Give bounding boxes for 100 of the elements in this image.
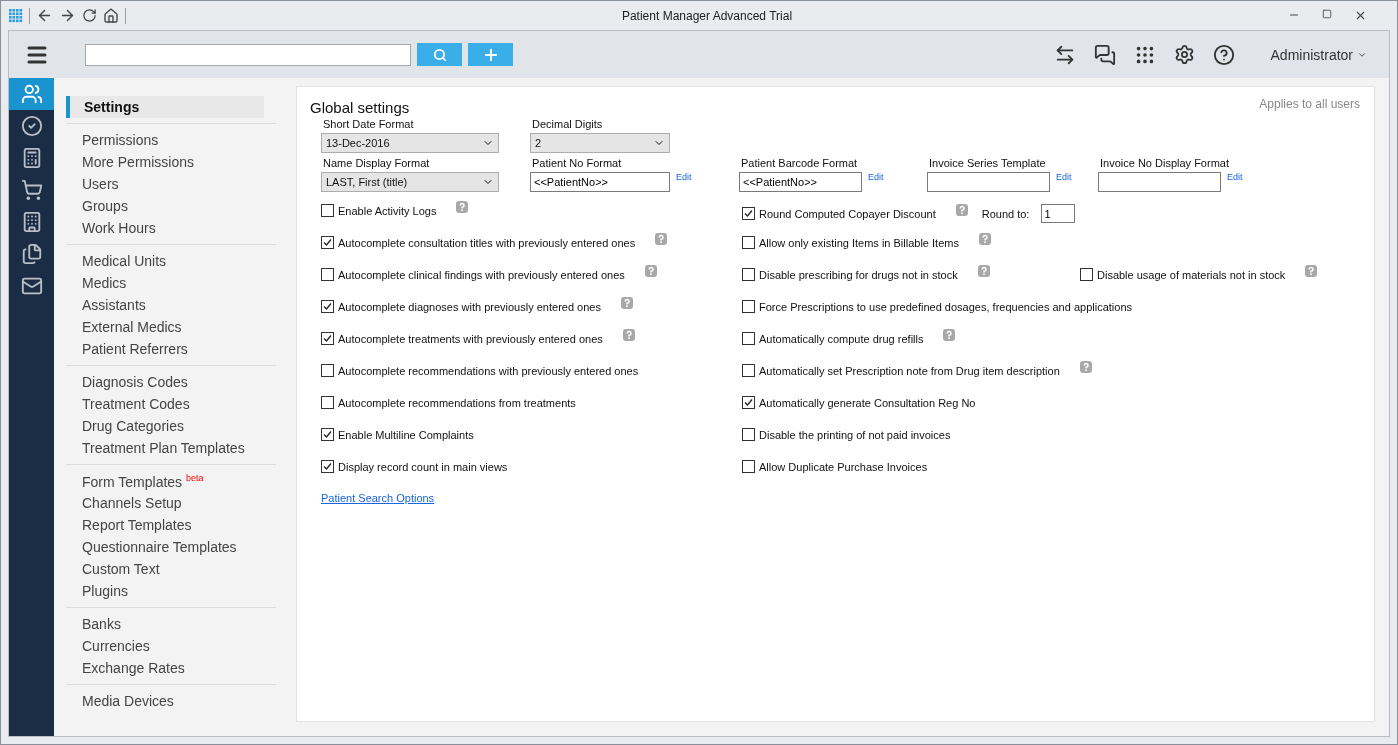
sidebar-item[interactable]: External Medics [66, 316, 182, 338]
option-label: Autocomplete recommendations from treatments [338, 396, 576, 409]
sidebar-item[interactable]: Currencies [66, 635, 150, 657]
round-input[interactable]: 1 [1041, 204, 1076, 223]
checkbox[interactable] [742, 396, 755, 409]
checkbox[interactable] [321, 428, 334, 441]
sidebar-item[interactable]: Banks [66, 613, 121, 635]
back-icon[interactable] [36, 7, 53, 24]
option-label: Display record count in main views [338, 460, 508, 473]
checkbox[interactable] [1080, 268, 1093, 281]
maximize-icon[interactable] [1322, 9, 1332, 19]
user-menu[interactable]: Administrator [1264, 45, 1373, 64]
check-circle-icon [20, 115, 43, 137]
option-label: Autocomplete treatments with previously entered ones [338, 332, 603, 345]
checkbox[interactable] [321, 204, 334, 217]
nav-rail-item[interactable] [9, 78, 54, 110]
edit-link[interactable]: Edit [1227, 172, 1243, 182]
sidebar-item[interactable]: More Permissions [66, 151, 195, 173]
sidebar-item[interactable]: Form Templates $^{beta}$ [66, 470, 204, 492]
option-label: Round Computed Copayer Discount [759, 207, 936, 220]
option-label: Autocomplete consultation titles with previously entered ones [338, 236, 636, 249]
field-label: Invoice No Display Format [1099, 157, 1230, 169]
sidebar-item[interactable]: Groups [66, 195, 128, 217]
option-label: Disable usage of materials not in stock [1097, 268, 1286, 281]
checkbox[interactable] [742, 332, 755, 345]
checkbox[interactable] [321, 332, 334, 345]
text-field[interactable] [1098, 172, 1221, 192]
checkbox[interactable] [321, 300, 334, 313]
sidebar-item[interactable]: Report Templates [66, 514, 192, 536]
option-label: Autocomplete diagnoses with previously entered ones [338, 300, 601, 313]
scope-note: Applies to all users [1259, 97, 1360, 113]
forward-icon[interactable] [59, 7, 76, 24]
option-label: Enable Activity Logs [338, 204, 437, 217]
text-field[interactable]: <<PatientNo>> [530, 172, 670, 192]
field-label: Invoice Series Template [928, 157, 1047, 169]
dropdown[interactable]: 13-Dec-2016 [321, 133, 499, 153]
sidebar-item[interactable]: Custom Text [66, 558, 160, 580]
dropdown[interactable]: 2 [530, 133, 670, 153]
search-field[interactable] [85, 43, 411, 66]
documents-icon [20, 243, 43, 265]
sidebar-item[interactable]: Exchange Rates [66, 657, 185, 679]
option-label: Disable prescribing for drugs not in stock [759, 268, 958, 281]
home-icon[interactable] [103, 7, 119, 24]
round-label: Round to: [981, 207, 1030, 220]
help-icon[interactable] [1212, 43, 1235, 66]
dropdown-value: 2 [535, 137, 542, 149]
option-label: Automatically generate Consultation Reg No [759, 396, 976, 409]
settings-icon[interactable] [1173, 44, 1195, 65]
option-label: Allow Duplicate Purchase Invoices [759, 460, 928, 473]
dropdown[interactable]: LAST, First (title) [321, 172, 499, 192]
checkbox[interactable] [742, 300, 755, 313]
dropdown-value: 13-Dec-2016 [326, 137, 390, 149]
checkbox[interactable] [742, 268, 755, 281]
sidebar-item[interactable]: Treatment Plan Templates [66, 437, 245, 459]
chat-icon[interactable] [1093, 43, 1116, 66]
beta-label: beta [186, 472, 204, 483]
edit-link[interactable]: Edit [1056, 172, 1072, 182]
cart-icon [20, 179, 43, 201]
window-title: Patient Manager Advanced Trial [620, 8, 794, 23]
checkbox[interactable] [742, 460, 755, 473]
sidebar-item[interactable]: Channels Setup [66, 492, 182, 514]
option-label: Allow only existing Items in Billable Items [759, 236, 959, 249]
sidebar-item[interactable]: Plugins [66, 580, 128, 602]
people-icon [20, 83, 43, 105]
checkbox[interactable] [321, 396, 334, 409]
field-label: Short Date Format [322, 118, 415, 130]
edit-link[interactable]: Edit [868, 172, 884, 182]
sidebar-item[interactable]: Assistants [66, 294, 146, 316]
search-options-link[interactable]: Patient Search Options [321, 492, 435, 504]
sidebar-item[interactable]: Diagnosis Codes [66, 371, 188, 393]
checkbox[interactable] [742, 428, 755, 441]
refresh-icon[interactable] [82, 8, 97, 23]
sidebar-item[interactable]: Patient Referrers [66, 338, 188, 360]
sidebar-item[interactable]: Treatment Codes [66, 393, 190, 415]
checkbox[interactable] [321, 460, 334, 473]
sidebar-item[interactable]: Drug Categories [66, 415, 184, 437]
envelope-icon [20, 275, 43, 297]
text-field[interactable] [927, 172, 1050, 192]
sidebar-item[interactable]: Medics [66, 272, 127, 294]
option-label: Force Prescriptions to use predefined dosages, frequencies and applications [759, 300, 1132, 313]
sidebar-item[interactable]: Work Hours [66, 217, 156, 239]
search-icon [432, 47, 447, 62]
option-label: Automatically compute drug refills [759, 332, 924, 345]
dropdown-value: LAST, First (title) [326, 176, 408, 188]
option-label: Automatically set Prescription note from Drug item description [759, 364, 1060, 377]
checkbox[interactable] [321, 236, 334, 249]
sidebar-item[interactable]: Permissions [66, 129, 159, 151]
sidebar-header[interactable]: Settings [66, 96, 264, 118]
edit-link[interactable]: Edit [676, 172, 692, 182]
checkbox[interactable] [742, 364, 755, 377]
sidebar-item[interactable]: Medical Units [66, 250, 167, 272]
checkbox[interactable] [742, 207, 755, 220]
sidebar-item[interactable]: Users [66, 173, 119, 195]
sidebar-item[interactable]: Questionnaire Templates [66, 536, 237, 558]
checkbox[interactable] [321, 364, 334, 377]
sidebar-item[interactable]: Media Devices [66, 690, 174, 712]
checkbox[interactable] [742, 236, 755, 249]
text-field[interactable]: <<PatientNo>> [739, 172, 862, 192]
checkbox[interactable] [321, 268, 334, 281]
close-icon[interactable] [1354, 9, 1367, 22]
